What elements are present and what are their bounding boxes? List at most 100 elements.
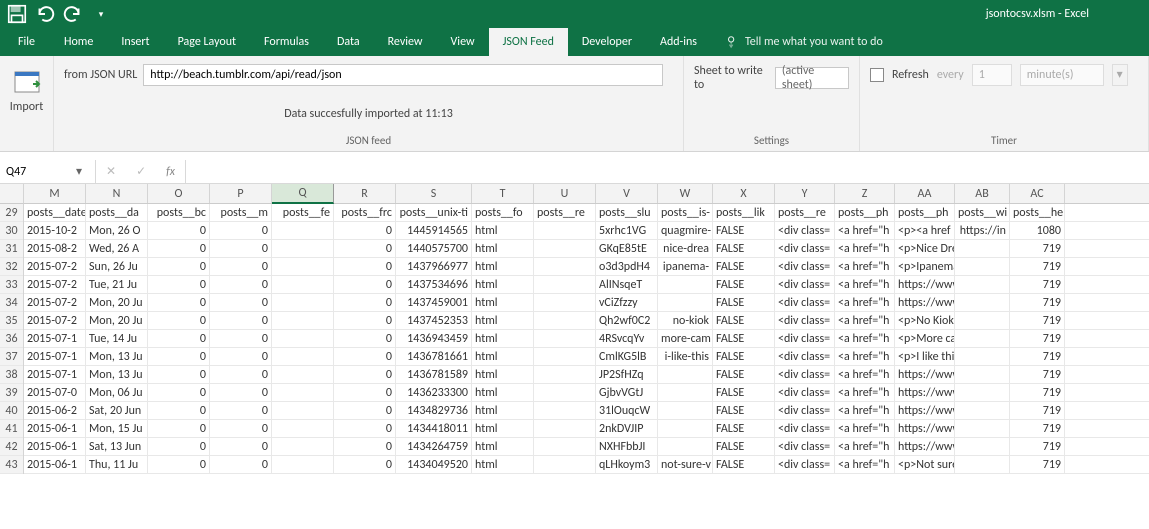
tell-me-search[interactable]: Tell me what you want to do (725, 28, 883, 56)
cell[interactable] (534, 222, 596, 239)
cell[interactable] (955, 312, 1010, 329)
cell[interactable]: <p><a href (895, 222, 955, 239)
cell[interactable]: 0 (210, 348, 272, 365)
row-header[interactable]: 29 (0, 204, 23, 222)
cell[interactable]: posts__m (210, 204, 272, 221)
cell[interactable]: posts__bc (148, 204, 210, 221)
col-header-M[interactable]: M (24, 184, 86, 203)
cell[interactable] (534, 402, 596, 419)
cell[interactable]: posts__frc (334, 204, 396, 221)
cell[interactable] (955, 258, 1010, 275)
cell[interactable]: 719 (1010, 312, 1065, 329)
cell[interactable]: <div class= (775, 240, 835, 257)
cell[interactable]: posts__lik (713, 204, 775, 221)
cell[interactable] (955, 240, 1010, 257)
cell[interactable]: FALSE (713, 366, 775, 383)
cell[interactable]: <p>Not sure what&rs (895, 456, 955, 473)
tab-home[interactable]: Home (50, 28, 107, 56)
tab-json-feed[interactable]: JSON Feed (489, 28, 568, 56)
cell[interactable]: FALSE (713, 258, 775, 275)
cell[interactable]: 0 (334, 312, 396, 329)
cell[interactable]: 2015-07-2 (24, 312, 86, 329)
cell[interactable]: Mon, 26 O (86, 222, 148, 239)
cell[interactable]: Mon, 20 Ju (86, 294, 148, 311)
cell[interactable]: <div class= (775, 348, 835, 365)
cell[interactable]: https://in (955, 222, 1010, 239)
tab-file[interactable]: File (4, 28, 50, 56)
cell[interactable]: Mon, 15 Ju (86, 420, 148, 437)
cell[interactable]: 5xrhc1VG (596, 222, 658, 239)
cell[interactable]: html (472, 366, 534, 383)
col-header-P[interactable]: P (210, 184, 272, 203)
cell[interactable]: Tue, 21 Ju (86, 276, 148, 293)
cell[interactable]: posts__re (775, 204, 835, 221)
undo-icon[interactable] (34, 3, 56, 25)
cell[interactable]: Qh2wf0C2 (596, 312, 658, 329)
cell[interactable]: 0 (334, 456, 396, 473)
cell[interactable] (272, 258, 334, 275)
col-header-O[interactable]: O (148, 184, 210, 203)
row-header[interactable]: 39 (0, 384, 23, 402)
cell[interactable] (272, 438, 334, 455)
cell[interactable]: JP2SfHZq (596, 366, 658, 383)
cell[interactable]: FALSE (713, 222, 775, 239)
cell[interactable]: 0 (210, 366, 272, 383)
cell[interactable]: <a href="h (835, 294, 895, 311)
cell[interactable]: posts__he (1010, 204, 1065, 221)
cell[interactable]: 1436781589 (396, 366, 472, 383)
cell[interactable]: https://www.tumblr. (895, 402, 955, 419)
cell[interactable] (658, 384, 713, 401)
cell[interactable]: 1437534696 (396, 276, 472, 293)
cell[interactable] (955, 330, 1010, 347)
cell[interactable]: html (472, 420, 534, 437)
cell[interactable]: <a href="h (835, 402, 895, 419)
tab-review[interactable]: Review (374, 28, 437, 56)
cell[interactable]: <a href="h (835, 222, 895, 239)
cell[interactable]: 2015-07-1 (24, 330, 86, 347)
cell[interactable] (534, 276, 596, 293)
cell[interactable]: <div class= (775, 420, 835, 437)
cell[interactable]: no-kiok (658, 312, 713, 329)
cancel-icon[interactable]: ✕ (106, 164, 116, 179)
cells-area[interactable]: posts__dateposts__daposts__bcposts__mpos… (24, 204, 1149, 474)
cell[interactable]: 1445914565 (396, 222, 472, 239)
cell[interactable]: i-like-this (658, 348, 713, 365)
cell[interactable]: 0 (148, 312, 210, 329)
cell[interactable]: 0 (148, 240, 210, 257)
cell[interactable]: 719 (1010, 420, 1065, 437)
cell[interactable]: FALSE (713, 294, 775, 311)
cell[interactable]: 1434264759 (396, 438, 472, 455)
cell[interactable] (272, 456, 334, 473)
cell[interactable]: Mon, 06 Ju (86, 384, 148, 401)
tab-view[interactable]: View (437, 28, 489, 56)
cell[interactable]: 2015-07-2 (24, 276, 86, 293)
cell[interactable]: https://www.tumblr. (895, 420, 955, 437)
cell[interactable]: 0 (148, 402, 210, 419)
cell[interactable]: <div class= (775, 312, 835, 329)
cell[interactable] (272, 420, 334, 437)
cell[interactable]: AlINsqeT (596, 276, 658, 293)
cell[interactable] (955, 456, 1010, 473)
cell[interactable]: <div class= (775, 438, 835, 455)
cell[interactable]: 0 (334, 366, 396, 383)
cell[interactable] (955, 276, 1010, 293)
tab-add-ins[interactable]: Add-ins (646, 28, 711, 56)
cell[interactable]: Mon, 13 Ju (86, 348, 148, 365)
cell[interactable]: FALSE (713, 456, 775, 473)
cell[interactable]: 0 (148, 258, 210, 275)
cell[interactable]: 0 (334, 294, 396, 311)
cell[interactable]: posts__ph (835, 204, 895, 221)
cell[interactable] (955, 402, 1010, 419)
cell[interactable] (955, 294, 1010, 311)
col-header-W[interactable]: W (658, 184, 713, 203)
cell[interactable] (534, 240, 596, 257)
cell[interactable]: <div class= (775, 222, 835, 239)
cell[interactable]: 0 (210, 384, 272, 401)
col-header-AB[interactable]: AB (955, 184, 1010, 203)
cell[interactable]: 2015-07-0 (24, 384, 86, 401)
col-header-V[interactable]: V (596, 184, 658, 203)
cell[interactable]: 2015-06-2 (24, 402, 86, 419)
cell[interactable]: posts__wi (955, 204, 1010, 221)
row-header[interactable]: 37 (0, 348, 23, 366)
cell[interactable]: 0 (148, 294, 210, 311)
